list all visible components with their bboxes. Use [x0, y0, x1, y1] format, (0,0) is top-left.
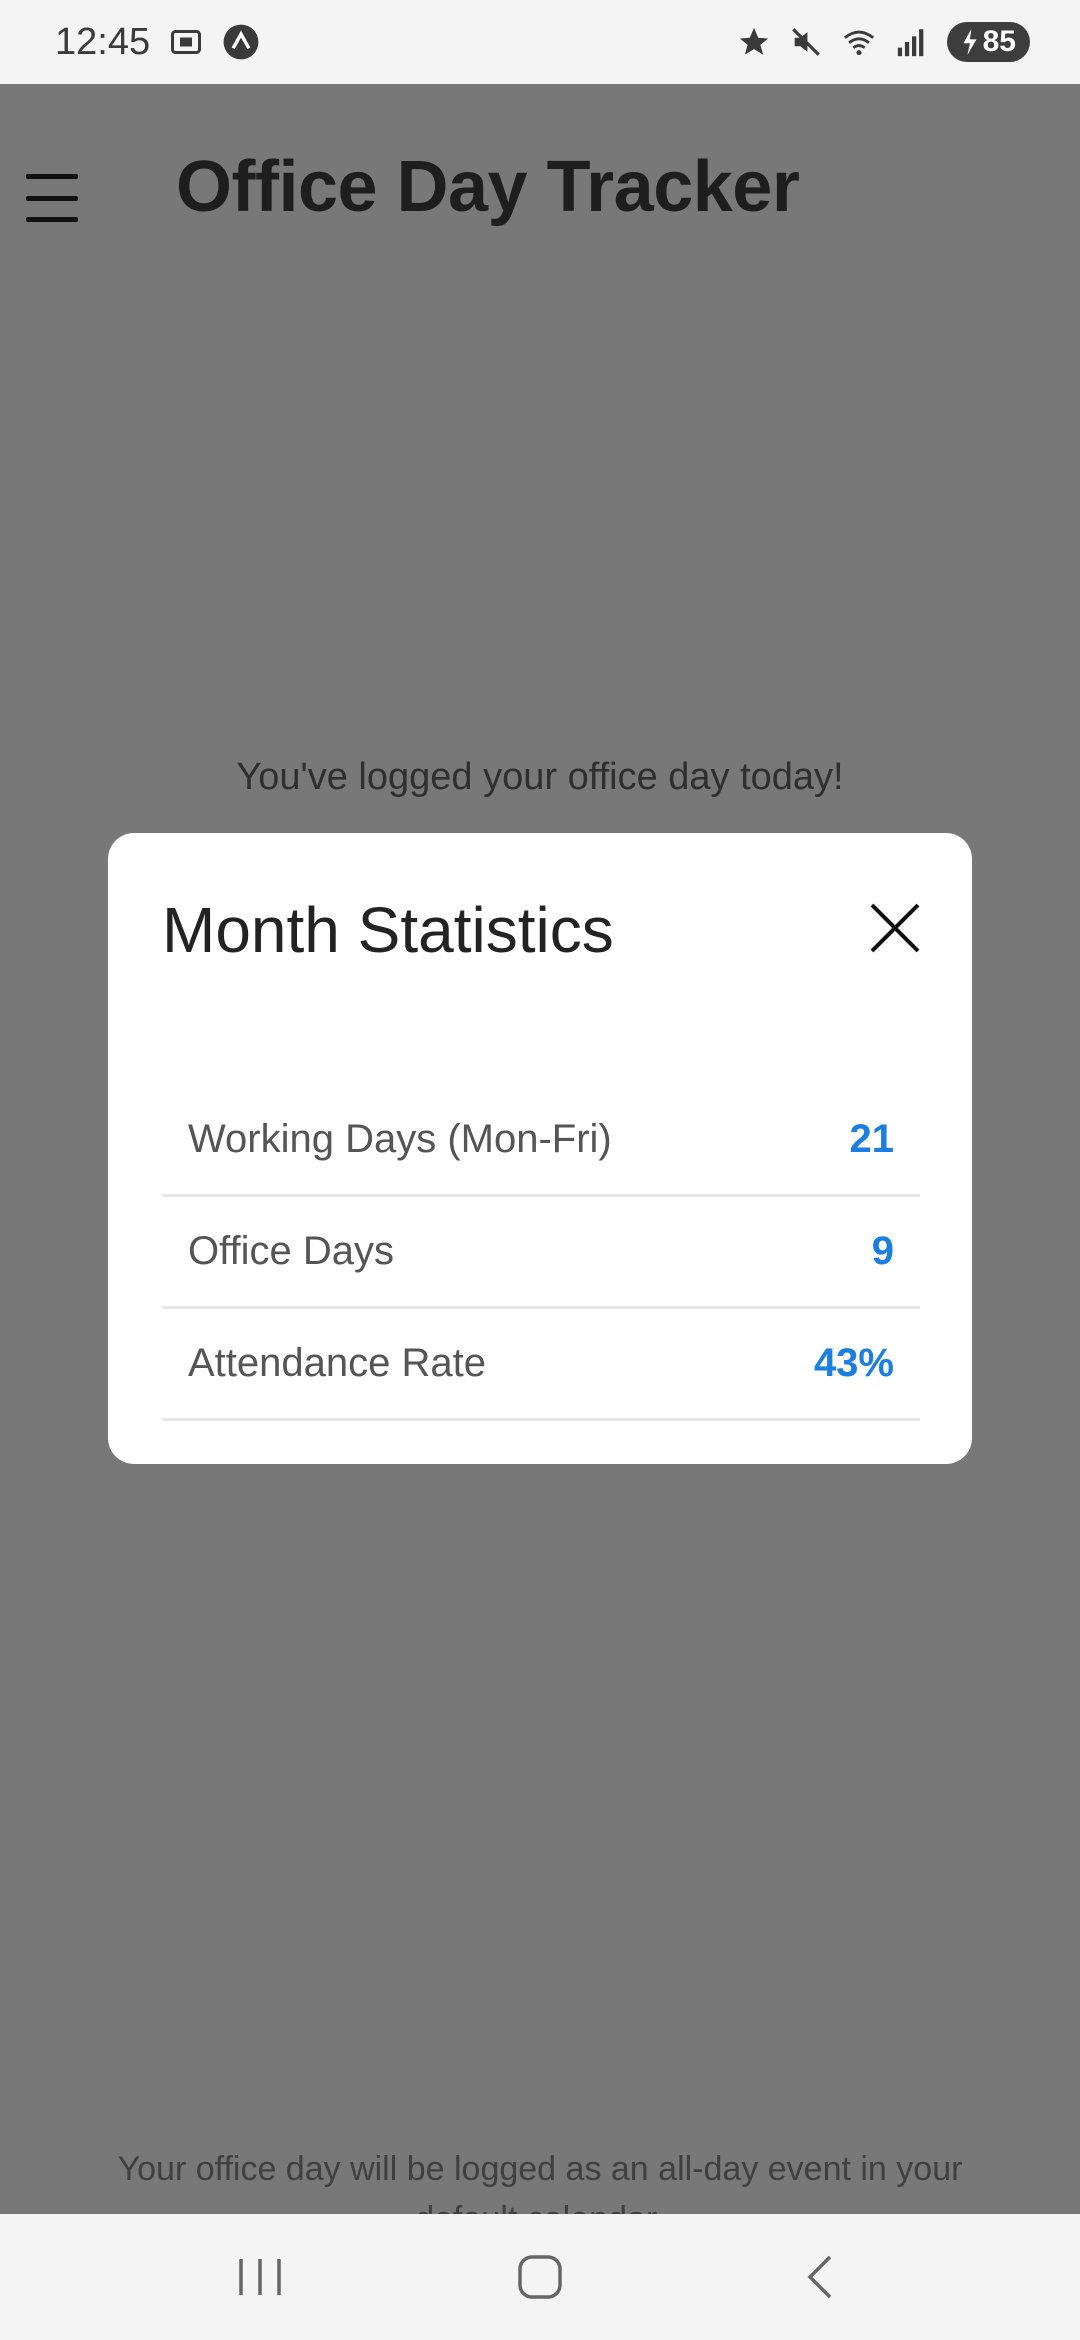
month-statistics-modal: Month Statistics Working Days (Mon-Fri) …: [108, 833, 972, 1464]
back-icon[interactable]: [780, 2237, 860, 2317]
stats-list: Working Days (Mon-Fri) 21 Office Days 9 …: [162, 1085, 920, 1421]
stat-value: 43%: [813, 1341, 894, 1385]
hamburger-menu-icon[interactable]: [26, 174, 78, 222]
system-nav-bar: [0, 2214, 1080, 2340]
mute-icon: [789, 25, 823, 59]
recent-apps-icon[interactable]: [220, 2237, 300, 2317]
stat-row-working-days: Working Days (Mon-Fri) 21: [162, 1085, 920, 1197]
stat-row-attendance-rate: Attendance Rate 43%: [162, 1309, 920, 1421]
screenshot-icon: [168, 24, 204, 60]
battery-level: 85: [982, 25, 1016, 58]
app-badge-icon: [222, 23, 260, 61]
home-icon[interactable]: [500, 2237, 580, 2317]
logged-message: You've logged your office day today!: [236, 756, 844, 798]
stat-label: Working Days (Mon-Fri): [188, 1117, 612, 1161]
signal-icon: [895, 25, 929, 59]
wifi-icon: [841, 25, 877, 59]
status-time: 12:45: [55, 20, 151, 63]
stat-label: Office Days: [188, 1229, 394, 1273]
battery-icon: 85: [946, 22, 1030, 62]
app-title: Office Day Tracker: [176, 147, 800, 227]
stat-value: 21: [849, 1117, 895, 1161]
stat-value: 9: [871, 1229, 894, 1273]
stat-row-office-days: Office Days 9: [162, 1197, 920, 1309]
modal-title: Month Statistics: [162, 894, 614, 966]
star-icon: [737, 25, 771, 59]
close-icon[interactable]: [868, 901, 922, 955]
stat-label: Attendance Rate: [188, 1341, 486, 1385]
status-bar: 12:45 85: [0, 0, 1080, 84]
